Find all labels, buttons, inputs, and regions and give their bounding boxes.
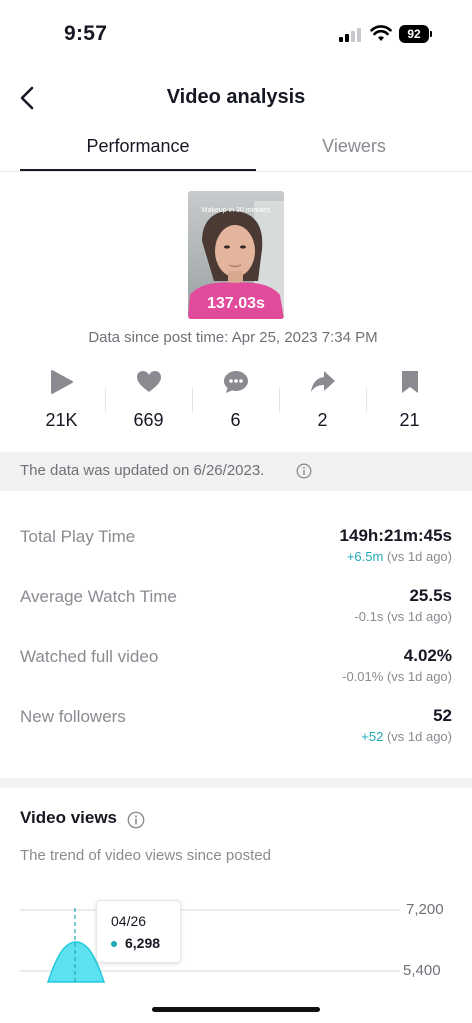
data-since-text: Data since post time: Apr 25, 2023 7:34 …	[88, 329, 378, 346]
battery-level: 92	[399, 25, 429, 43]
stat-saves: 21	[366, 368, 453, 434]
section-subtitle: The trend of video views since posted	[20, 847, 271, 864]
series-dot	[111, 941, 117, 947]
stat-comments: 6	[192, 368, 279, 434]
metric-delta: -0.1s (vs 1d ago)	[354, 609, 452, 624]
metric-label: Total Play Time	[20, 527, 136, 546]
info-icon[interactable]	[127, 811, 145, 829]
section-divider	[0, 778, 472, 788]
bookmark-icon	[401, 371, 418, 393]
metric-delta: -0.01% (vs 1d ago)	[342, 669, 452, 684]
info-icon[interactable]	[296, 463, 312, 479]
video-views-chart: 7,200 5,400 04/26 6,298	[0, 890, 472, 986]
metric-delta: +52 (vs 1d ago)	[361, 729, 452, 744]
y-tick-label: 5,400	[403, 962, 441, 979]
update-notice: The data was updated on 6/26/2023.	[0, 452, 472, 491]
heart-icon	[136, 371, 161, 392]
home-indicator[interactable]	[152, 1007, 320, 1012]
status-bar: 9:57 92	[0, 0, 472, 70]
header: Video analysis	[0, 78, 472, 118]
likes-count: 669	[133, 410, 164, 430]
metric-total-play-time: Total Play Time 149h:21m:45s +6.5m (vs 1…	[20, 525, 452, 573]
chart-canvas	[20, 908, 400, 983]
tab-viewers[interactable]: Viewers	[236, 136, 472, 157]
tooltip-value: 6,298	[125, 935, 161, 951]
tooltip-date: 04/26	[111, 913, 147, 929]
comment-icon	[223, 371, 248, 393]
video-thumbnail[interactable]: Makeup in 30 minutes 137.03s	[188, 191, 284, 319]
shares-count: 2	[317, 410, 328, 430]
section-title: Video views	[20, 808, 118, 827]
tab-bar: Performance Viewers	[0, 132, 472, 172]
saves-count: 21	[399, 410, 420, 430]
metric-value: 4.02%	[403, 646, 452, 665]
stat-plays: 21K	[18, 368, 105, 434]
page-title: Video analysis	[166, 86, 306, 108]
metric-watched-full-video: Watched full video 4.02% -0.01% (vs 1d a…	[20, 645, 452, 693]
metric-label: New followers	[20, 707, 126, 726]
plays-count: 21K	[45, 410, 78, 430]
status-time: 9:57	[64, 22, 108, 45]
metric-new-followers: New followers 52 +52 (vs 1d ago)	[20, 705, 452, 753]
comments-count: 6	[230, 410, 241, 430]
stat-likes: 669	[105, 368, 192, 434]
battery-icon: 92	[399, 25, 432, 43]
metric-value: 52	[433, 706, 452, 725]
wifi-icon	[370, 25, 392, 41]
update-notice-text: The data was updated on 6/26/2023.	[20, 462, 265, 479]
metric-value: 149h:21m:45s	[339, 526, 452, 545]
metric-delta: +6.5m (vs 1d ago)	[346, 549, 452, 564]
video-duration: 137.03s	[207, 295, 265, 312]
cellular-signal-icon	[339, 28, 361, 42]
video-caption: Makeup in 30 minutes	[201, 207, 271, 214]
chart-tooltip: 04/26 6,298	[96, 900, 181, 963]
metric-label: Watched full video	[20, 647, 159, 666]
share-icon	[310, 371, 335, 392]
metric-value: 25.5s	[409, 586, 452, 605]
y-tick-label: 7,200	[406, 901, 444, 918]
metric-average-watch-time: Average Watch Time 25.5s -0.1s (vs 1d ag…	[20, 585, 452, 633]
engagement-stats: 21K 669 6 2 21	[18, 368, 454, 434]
stat-shares: 2	[279, 368, 366, 434]
metric-label: Average Watch Time	[20, 587, 177, 606]
active-tab-indicator	[20, 169, 256, 171]
play-icon	[50, 370, 73, 394]
tab-performance[interactable]: Performance	[20, 136, 256, 157]
